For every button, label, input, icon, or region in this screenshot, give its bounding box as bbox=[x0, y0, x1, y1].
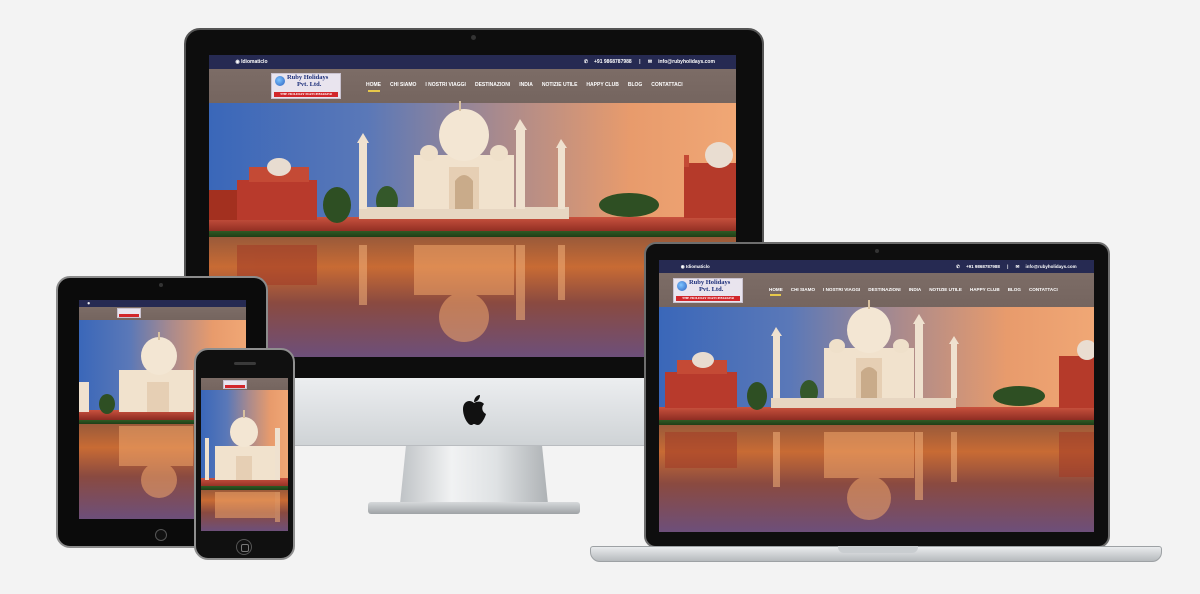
macbook-opening-notch bbox=[838, 546, 918, 553]
iphone-speaker bbox=[234, 362, 256, 365]
ipad-camera bbox=[159, 283, 163, 287]
iphone-screen bbox=[201, 378, 288, 531]
macbook-screen: ◉ Idiomaticlo ✆ +91 9868787988 | ✉ info@ru… bbox=[659, 260, 1094, 532]
imac-camera bbox=[471, 35, 476, 40]
taj-mahal-illustration bbox=[665, 300, 1094, 520]
macbook-camera bbox=[875, 249, 879, 253]
imac-foot bbox=[368, 502, 580, 514]
imac-stand bbox=[400, 446, 548, 504]
apple-logo-icon bbox=[463, 395, 486, 425]
ipad-home-button[interactable] bbox=[155, 529, 167, 541]
taj-mahal-illustration bbox=[205, 410, 280, 522]
iphone-home-button[interactable] bbox=[236, 539, 252, 555]
